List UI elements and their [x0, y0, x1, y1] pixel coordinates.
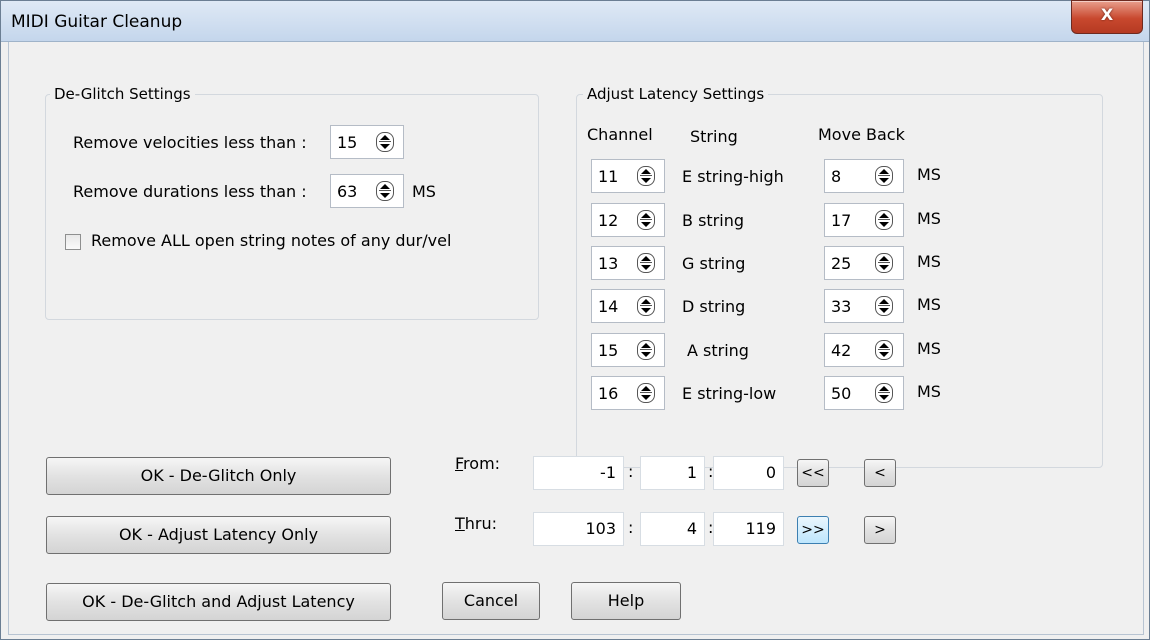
channel-spinner[interactable]: 16: [591, 376, 665, 410]
updown-arrows-icon[interactable]: [637, 253, 655, 273]
moveback-value: 8: [831, 167, 842, 186]
updown-arrows-icon[interactable]: [875, 210, 893, 230]
ok-deglitch-only-button[interactable]: OK - De-Glitch Only: [46, 457, 391, 495]
duration-label: Remove durations less than :: [73, 182, 307, 201]
updown-arrows-icon[interactable]: [376, 132, 394, 152]
moveback-spinner[interactable]: 17: [824, 203, 904, 237]
from-bar-field[interactable]: -1: [533, 456, 624, 490]
thru-tick-field[interactable]: 119: [713, 512, 784, 546]
thru-label: Thru:: [455, 514, 497, 533]
moveback-spinner[interactable]: 42: [824, 333, 904, 367]
string-name: A string: [687, 341, 749, 360]
thru-bar-field[interactable]: 103: [533, 512, 624, 546]
moveback-value: 42: [831, 341, 852, 360]
latency-group: Adjust Latency Settings Channel String M…: [576, 85, 1103, 468]
thru-beat-field[interactable]: 4: [640, 512, 705, 546]
thru-accel-key: T: [455, 514, 465, 533]
midi-guitar-cleanup-dialog: MIDI Guitar Cleanup X De-Glitch Settings…: [0, 0, 1150, 640]
ok-adjust-latency-only-button[interactable]: OK - Adjust Latency Only: [46, 516, 391, 554]
moveback-unit: MS: [917, 339, 941, 358]
moveback-unit: MS: [917, 165, 941, 184]
moveback-value: 25: [831, 254, 852, 273]
moveback-column-header: Move Back: [818, 125, 905, 144]
help-button[interactable]: Help: [571, 582, 681, 620]
string-name: B string: [682, 211, 744, 230]
from-separator: :: [628, 462, 634, 481]
moveback-spinner[interactable]: 33: [824, 289, 904, 323]
ok-deglitch-and-latency-button[interactable]: OK - De-Glitch and Adjust Latency: [46, 583, 391, 621]
updown-arrows-icon[interactable]: [875, 296, 893, 316]
channel-value: 14: [598, 297, 619, 316]
velocity-label: Remove velocities less than :: [73, 133, 307, 152]
channel-value: 16: [598, 384, 619, 403]
cancel-button[interactable]: Cancel: [442, 582, 540, 620]
prev-bar-button[interactable]: <: [864, 459, 896, 487]
channel-spinner[interactable]: 14: [591, 289, 665, 323]
moveback-spinner[interactable]: 25: [824, 246, 904, 280]
close-button[interactable]: X: [1071, 0, 1143, 34]
thru-label-text: hru:: [464, 514, 498, 533]
string-name: D string: [682, 297, 746, 316]
open-string-label[interactable]: Remove ALL open string notes of any dur/…: [91, 231, 451, 250]
from-tick-field[interactable]: 0: [713, 456, 784, 490]
moveback-value: 33: [831, 297, 852, 316]
from-accel-key: F: [455, 454, 464, 473]
channel-value: 15: [598, 341, 619, 360]
channel-value: 12: [598, 211, 619, 230]
duration-spinner[interactable]: 63: [330, 174, 404, 208]
velocity-spinner[interactable]: 15: [330, 125, 404, 159]
title-bar: MIDI Guitar Cleanup X: [1, 0, 1149, 42]
updown-arrows-icon[interactable]: [376, 181, 394, 201]
updown-arrows-icon[interactable]: [637, 296, 655, 316]
first-bar-button[interactable]: <<: [797, 459, 829, 487]
string-name: E string-low: [682, 384, 777, 403]
moveback-unit: MS: [917, 382, 941, 401]
duration-unit: MS: [412, 182, 436, 201]
channel-column-header: Channel: [587, 125, 653, 144]
updown-arrows-icon[interactable]: [637, 340, 655, 360]
string-name: E string-high: [682, 167, 784, 186]
from-label-text: rom:: [463, 454, 501, 473]
updown-arrows-icon[interactable]: [875, 166, 893, 186]
moveback-spinner[interactable]: 50: [824, 376, 904, 410]
channel-spinner[interactable]: 11: [591, 159, 665, 193]
duration-value: 63: [337, 182, 358, 201]
window-title: MIDI Guitar Cleanup: [11, 12, 183, 32]
velocity-value: 15: [337, 133, 358, 152]
string-name: G string: [682, 254, 746, 273]
from-label: From:: [455, 454, 500, 473]
updown-arrows-icon[interactable]: [875, 340, 893, 360]
channel-spinner[interactable]: 13: [591, 246, 665, 280]
channel-spinner[interactable]: 12: [591, 203, 665, 237]
channel-value: 13: [598, 254, 619, 273]
updown-arrows-icon[interactable]: [637, 166, 655, 186]
updown-arrows-icon[interactable]: [875, 383, 893, 403]
moveback-unit: MS: [917, 252, 941, 271]
moveback-unit: MS: [917, 209, 941, 228]
updown-arrows-icon[interactable]: [637, 383, 655, 403]
latency-legend: Adjust Latency Settings: [583, 85, 769, 103]
moveback-unit: MS: [917, 295, 941, 314]
moveback-spinner[interactable]: 8: [824, 159, 904, 193]
moveback-value: 17: [831, 211, 852, 230]
dialog-body: De-Glitch Settings Remove velocities les…: [8, 42, 1144, 635]
close-icon: X: [1100, 5, 1114, 24]
updown-arrows-icon[interactable]: [875, 253, 893, 273]
next-bar-button[interactable]: >: [864, 516, 896, 544]
channel-spinner[interactable]: 15: [591, 333, 665, 367]
from-beat-field[interactable]: 1: [640, 456, 705, 490]
deglitch-group: De-Glitch Settings Remove velocities les…: [45, 85, 539, 320]
open-string-checkbox[interactable]: [65, 234, 81, 250]
string-column-header: String: [690, 127, 738, 146]
thru-separator: :: [628, 518, 634, 537]
moveback-value: 50: [831, 384, 852, 403]
deglitch-legend: De-Glitch Settings: [50, 85, 195, 103]
updown-arrows-icon[interactable]: [637, 210, 655, 230]
last-bar-button[interactable]: >>: [797, 516, 829, 544]
channel-value: 11: [598, 167, 619, 186]
